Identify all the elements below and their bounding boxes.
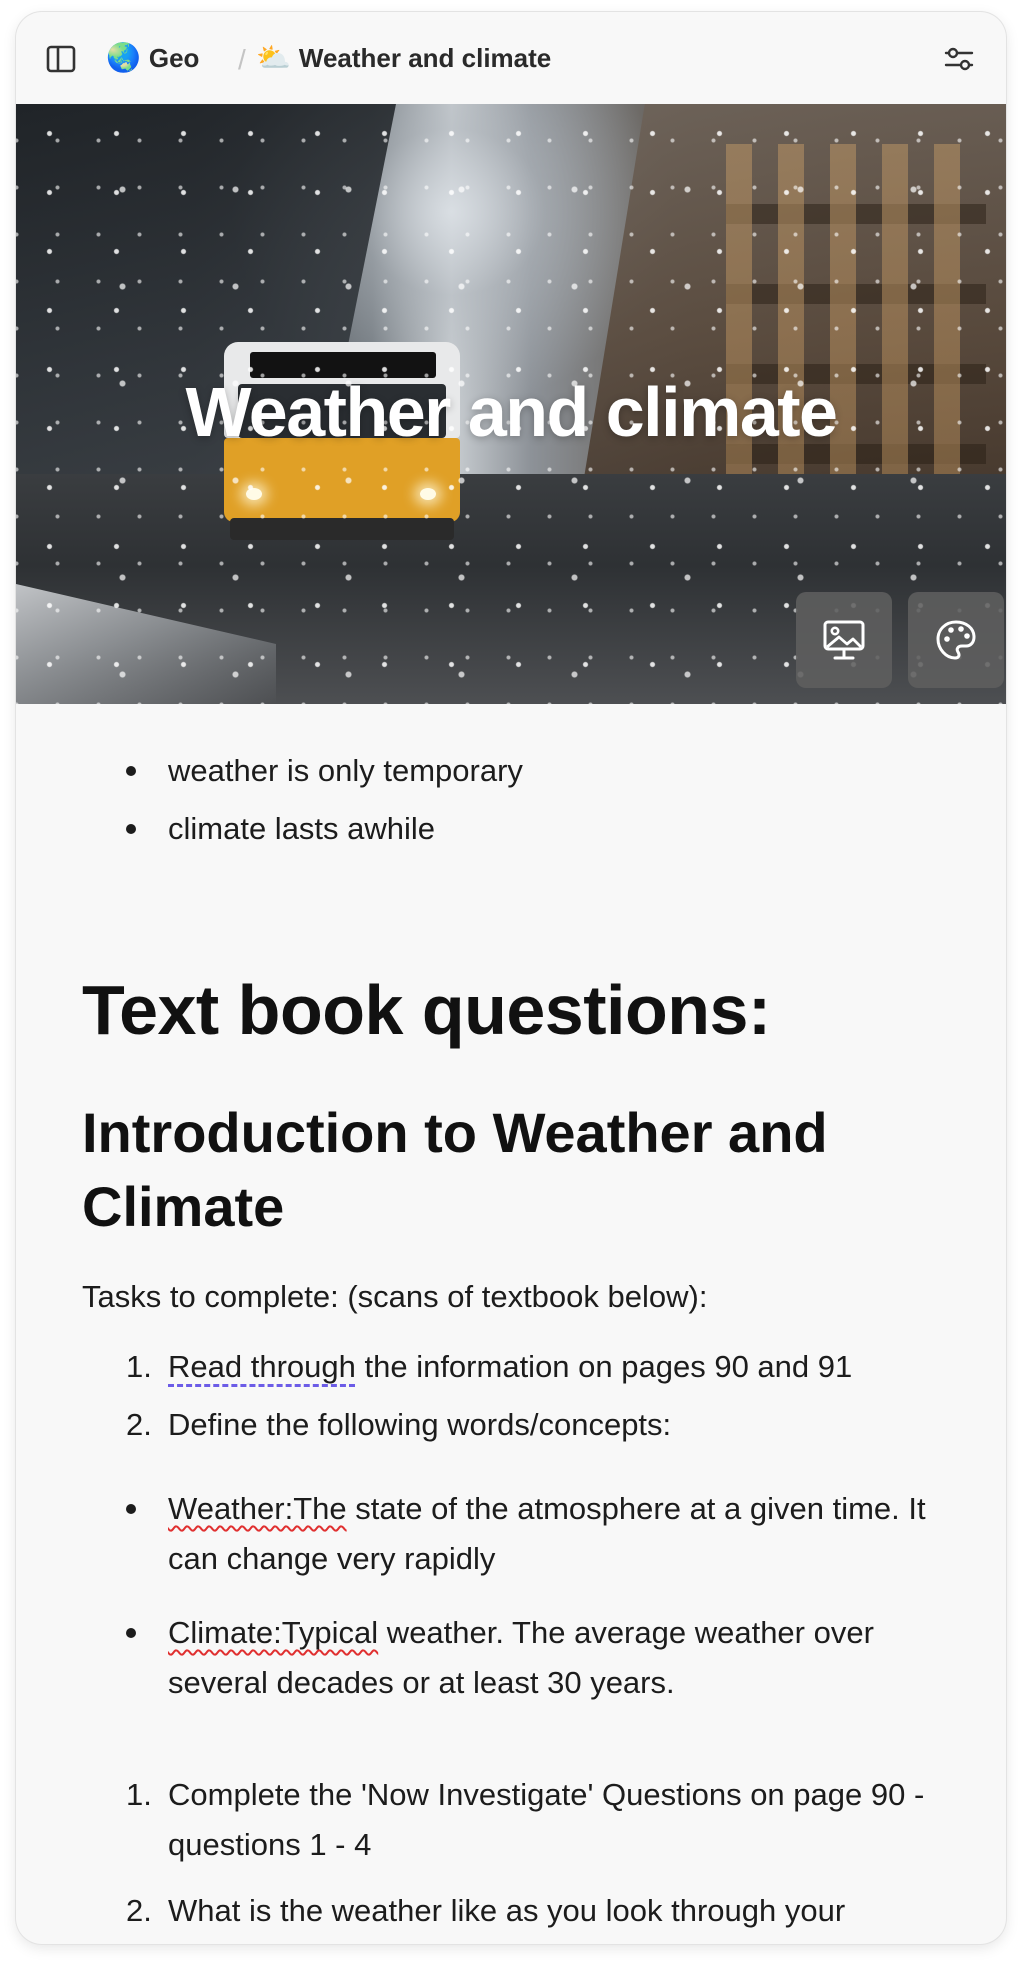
list-item[interactable]: Read through the information on pages 90…: [168, 1342, 968, 1392]
misspelled-word: Weather:The: [168, 1491, 347, 1526]
breadcrumb-workspace[interactable]: 🌏 Geo: [106, 40, 199, 76]
list-number: 1.: [126, 1349, 152, 1384]
palette-icon: [936, 620, 976, 660]
theme-palette-button[interactable]: [908, 592, 1004, 688]
globe-icon: 🌏: [106, 42, 141, 73]
breadcrumb-page[interactable]: ⛅ Weather and climate: [256, 40, 551, 76]
bullet-icon: [126, 1628, 136, 1638]
image-monitor-icon: [823, 620, 865, 660]
list-item[interactable]: climate lasts awhile: [168, 804, 968, 854]
bullet-icon: [126, 1504, 136, 1514]
list-item[interactable]: What is the weather like as you look thr…: [168, 1886, 958, 1936]
list-number: 1.: [126, 1777, 152, 1812]
heading-intro-weather-climate[interactable]: Introduction to Weather and Climate: [82, 1096, 942, 1244]
breadcrumb-separator: /: [238, 44, 246, 75]
top-bar: 🌏 Geo / ⛅ Weather and climate: [16, 12, 1006, 104]
list-item[interactable]: Climate:Typical weather. The average wea…: [168, 1608, 958, 1708]
breadcrumb-page-label: Weather and climate: [298, 42, 552, 73]
sun-cloud-icon: ⛅: [256, 42, 291, 73]
highlighted-phrase: Read through: [168, 1349, 356, 1384]
tasks-intro[interactable]: Tasks to complete: (scans of textbook be…: [82, 1272, 962, 1322]
bullet-icon: [126, 824, 136, 834]
cover-title: Weather and climate: [185, 373, 839, 451]
misspelled-word: Climate:Typical: [168, 1615, 379, 1650]
list-number: 2.: [126, 1407, 152, 1442]
bullet-icon: [126, 766, 136, 776]
breadcrumb-workspace-label: Geo: [148, 42, 200, 73]
app-window: 🌏 Geo / ⛅ Weather and climate Weather an…: [16, 12, 1006, 1944]
heading-textbook-questions[interactable]: Text book questions:: [82, 970, 771, 1050]
list-item[interactable]: Define the following words/concepts:: [168, 1400, 968, 1450]
list-item[interactable]: weather is only temporary: [168, 746, 968, 796]
settings-sliders-icon[interactable]: [942, 42, 976, 76]
list-item[interactable]: Complete the 'Now Investigate' Questions…: [168, 1770, 958, 1870]
change-cover-button[interactable]: [796, 592, 892, 688]
list-item[interactable]: Weather:The state of the atmosphere at a…: [168, 1484, 958, 1584]
list-number: 2.: [126, 1893, 152, 1928]
sidebar-toggle-icon[interactable]: [46, 44, 76, 74]
